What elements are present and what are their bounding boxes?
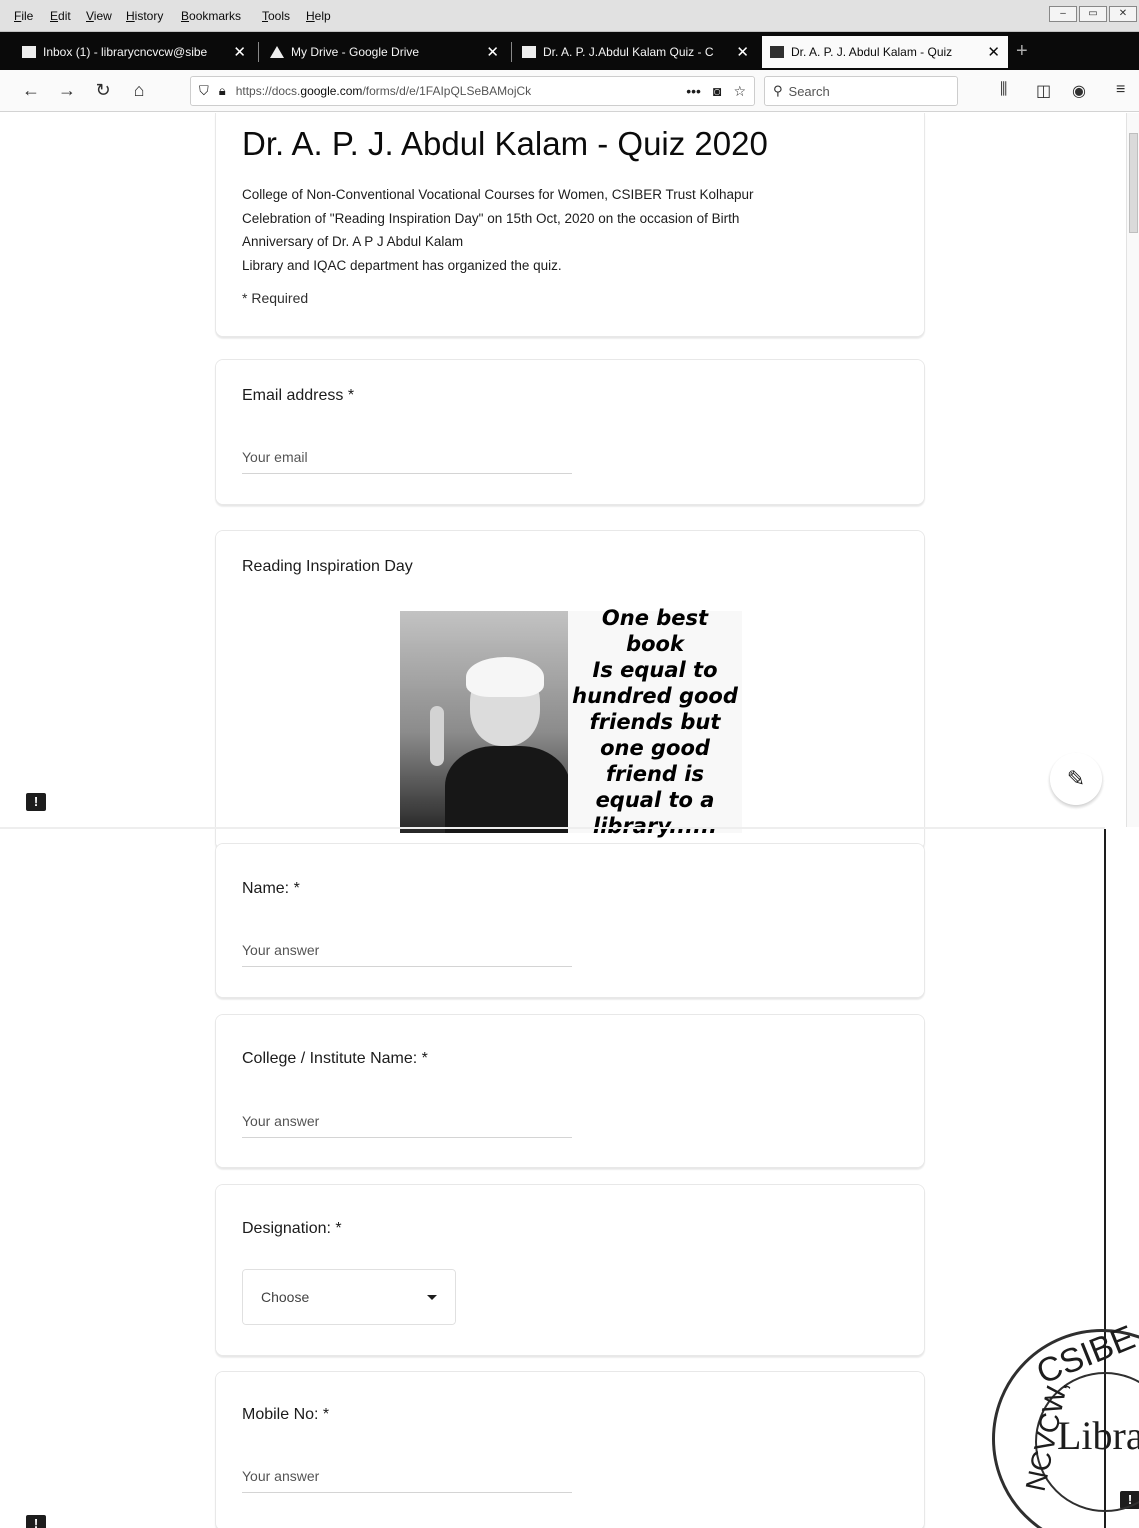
tab-separator [258, 42, 259, 62]
bookmark-star-icon[interactable]: ☆ [733, 83, 746, 100]
tab-title: Dr. A. P. J.Abdul Kalam Quiz - C [543, 45, 714, 59]
mobile-question-card: Mobile No: * Your answer [215, 1371, 925, 1528]
designation-select[interactable]: Choose [242, 1269, 456, 1325]
lock-icon[interactable]: 🔒︎ [219, 83, 226, 99]
description-line: Anniversary of Dr. A P J Abdul Kalam [242, 234, 464, 249]
email-label: Email address * [242, 387, 355, 404]
tab-title: Inbox (1) - librarycncvcw@sibe [43, 45, 208, 59]
email-field[interactable]: Your email [242, 449, 572, 474]
drive-icon [270, 46, 284, 58]
search-input[interactable]: ⚲ Search [764, 76, 958, 106]
quote-image: One best book Is equal to hundred good f… [400, 606, 742, 838]
shield-icon[interactable]: ⛉ [199, 83, 209, 99]
forms-icon [770, 46, 784, 58]
hamburger-menu-icon[interactable]: ≡ [1116, 81, 1125, 99]
designation-question-card: Designation: * Choose [215, 1184, 925, 1356]
window-controls: – ▭ ✕ [1049, 6, 1137, 22]
url-text[interactable]: https://docs.google.com/forms/d/e/1FAIpQ… [236, 84, 681, 98]
scrollbar-thumb[interactable] [1129, 133, 1138, 233]
edit-pencil-button[interactable]: ✎ [1050, 753, 1102, 805]
tab-bar: Inbox (1) - librarycncvcw@sibe ✕ My Driv… [0, 32, 1139, 70]
library-stamp: CSIBE NCVCW, Libra [992, 1318, 1139, 1528]
menu-bookmarks[interactable]: Bookmarks [181, 9, 241, 23]
back-icon[interactable]: ← [20, 80, 42, 101]
search-placeholder: Search [788, 83, 830, 99]
menu-history[interactable]: History [126, 9, 163, 23]
library-icon[interactable]: ⫼ [1000, 81, 1007, 99]
tab-quiz-edit[interactable]: Dr. A. P. J.Abdul Kalam Quiz - C ✕ [514, 36, 757, 68]
url-bar[interactable]: ⛉ 🔒︎ https://docs.google.com/forms/d/e/1… [190, 76, 755, 106]
email-question-card: Email address * Your email [215, 359, 925, 505]
close-window-button[interactable]: ✕ [1109, 6, 1137, 22]
page-divider [0, 827, 1105, 829]
mobile-field[interactable]: Your answer [242, 1468, 572, 1493]
home-icon[interactable]: ⌂ [128, 80, 150, 101]
account-icon[interactable]: ◉ [1072, 81, 1086, 101]
name-field[interactable]: Your answer [242, 942, 572, 967]
tab-title: Dr. A. P. J. Abdul Kalam - Quiz [791, 45, 953, 59]
page-actions-icon[interactable]: ••• [686, 83, 701, 100]
menu-help[interactable]: Help [306, 9, 331, 23]
description-line: Celebration of "Reading Inspiration Day"… [242, 210, 740, 226]
designation-selected: Choose [261, 1289, 310, 1305]
page-content: Dr. A. P. J. Abdul Kalam - Quiz 2020 Col… [0, 113, 1139, 1528]
menu-view[interactable]: View [86, 9, 112, 23]
name-label: Name: * [242, 880, 300, 897]
maximize-button[interactable]: ▭ [1079, 6, 1107, 22]
quote-text: One best book Is equal to hundred good f… [572, 606, 738, 838]
tab-separator [511, 42, 512, 62]
scrollbar[interactable] [1126, 113, 1139, 827]
kalam-photo [400, 611, 568, 833]
required-note: * Required [242, 290, 309, 306]
reload-icon[interactable]: ↻ [92, 80, 114, 101]
mail-icon [22, 46, 36, 58]
navigation-bar: ← → ↻ ⌂ ⛉ 🔒︎ https://docs.google.com/for… [0, 70, 1139, 112]
forward-icon[interactable]: → [56, 80, 78, 101]
college-field[interactable]: Your answer [242, 1113, 572, 1138]
tab-quiz-form[interactable]: Dr. A. P. J. Abdul Kalam - Quiz ✕ [762, 36, 1008, 68]
college-label: College / Institute Name: * [242, 1050, 428, 1067]
description-line: College of Non-Conventional Vocational C… [242, 187, 754, 202]
close-tab-icon[interactable]: ✕ [233, 43, 246, 61]
designation-label: Designation: * [242, 1220, 342, 1237]
tab-title: My Drive - Google Drive [291, 45, 420, 59]
menu-tools[interactable]: Tools [262, 9, 290, 23]
mobile-label: Mobile No: * [242, 1406, 330, 1423]
close-tab-icon[interactable]: ✕ [736, 43, 749, 61]
section-card: Reading Inspiration Day One best book Is… [215, 530, 925, 850]
new-tab-button[interactable]: + [1016, 40, 1028, 63]
pocket-icon[interactable]: ◙ [713, 83, 721, 100]
form-title: Dr. A. P. J. Abdul Kalam - Quiz 2020 [242, 125, 768, 162]
section-title: Reading Inspiration Day [242, 558, 413, 575]
form-description: College of Non-Conventional Vocational C… [242, 183, 882, 277]
tab-inbox[interactable]: Inbox (1) - librarycncvcw@sibe ✕ [14, 36, 254, 68]
close-tab-icon[interactable]: ✕ [987, 43, 1000, 61]
search-icon: ⚲ [773, 83, 783, 98]
menu-edit[interactable]: Edit [50, 9, 71, 23]
sidebar-icon[interactable]: ◫ [1036, 81, 1051, 101]
close-tab-icon[interactable]: ✕ [486, 43, 499, 61]
dropdown-arrow-icon [427, 1294, 437, 1300]
name-question-card: Name: * Your answer [215, 843, 925, 998]
minimize-button[interactable]: – [1049, 6, 1077, 22]
forms-icon [522, 46, 536, 58]
description-line: Library and IQAC department has organize… [242, 257, 562, 273]
tab-google-drive[interactable]: My Drive - Google Drive ✕ [262, 36, 507, 68]
menu-file[interactable]: File [14, 9, 33, 23]
feedback-icon[interactable]: ! [26, 1515, 46, 1528]
form-header-card: Dr. A. P. J. Abdul Kalam - Quiz 2020 Col… [215, 113, 925, 337]
college-question-card: College / Institute Name: * Your answer [215, 1014, 925, 1168]
menu-bar: File Edit View History Bookmarks Tools H… [0, 0, 1139, 32]
feedback-icon[interactable]: ! [26, 793, 46, 811]
